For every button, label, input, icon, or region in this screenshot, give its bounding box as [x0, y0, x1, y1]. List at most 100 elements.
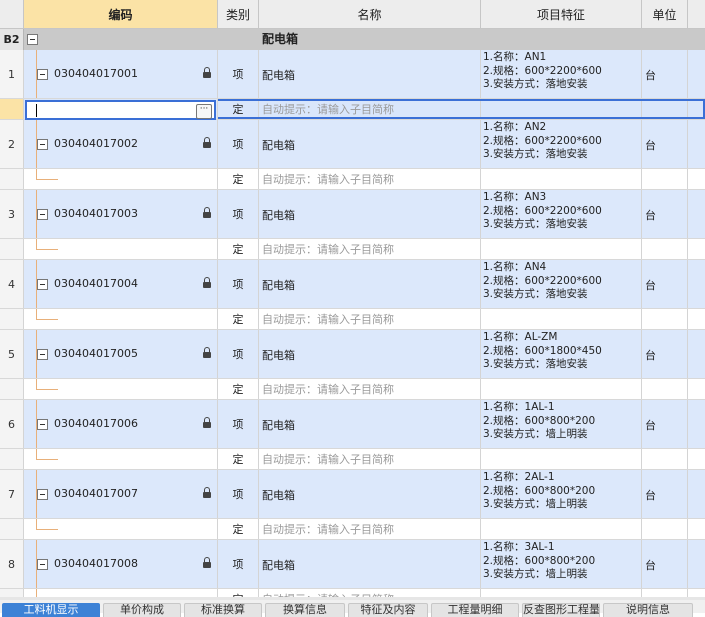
feature-cell[interactable] [481, 589, 642, 597]
type-cell[interactable]: 定 [218, 239, 259, 259]
type-cell[interactable]: 项 [218, 470, 259, 518]
type-cell[interactable]: 定 [218, 99, 259, 119]
unit-cell[interactable]: 台 [642, 50, 688, 98]
bottom-tab[interactable]: 工程量明细 [431, 603, 519, 617]
feature-cell[interactable]: 1.名称：AL-ZM 2.规格：600*1800*450 3.安装方式：落地安装 [481, 330, 642, 378]
type-cell[interactable]: 定 [218, 519, 259, 539]
group-row[interactable]: B2 配电箱 [0, 29, 705, 51]
table-row[interactable]: 7 030404017007 项配电箱 1.名称：2AL-1 2.规格：600*800*… [0, 470, 705, 519]
type-cell[interactable]: 项 [218, 260, 259, 308]
header-unit[interactable]: 单位 [642, 0, 688, 28]
unit-cell[interactable] [642, 519, 688, 539]
collapse-icon[interactable] [37, 279, 48, 290]
code-cell[interactable] [24, 239, 218, 259]
sub-row[interactable]: ··· 定自动提示：请输入子目简称 [0, 99, 705, 120]
unit-cell[interactable]: 台 [642, 190, 688, 238]
sub-row[interactable]: 定自动提示：请输入子目简称 [0, 589, 705, 597]
header-corner[interactable] [0, 0, 24, 28]
name-cell[interactable]: 配电箱 [259, 190, 481, 238]
type-cell[interactable]: 定 [218, 309, 259, 329]
name-cell[interactable]: 配电箱 [259, 120, 481, 168]
name-cell[interactable]: 配电箱 [259, 330, 481, 378]
extra-cell[interactable] [688, 540, 705, 588]
more-options-icon[interactable]: ··· [196, 104, 212, 119]
bottom-tab[interactable]: 单价构成 [103, 603, 181, 617]
collapse-icon[interactable] [37, 349, 48, 360]
name-cell[interactable]: 自动提示：请输入子目简称 [259, 99, 481, 119]
name-cell[interactable]: 自动提示：请输入子目简称 [259, 309, 481, 329]
extra-cell[interactable] [688, 330, 705, 378]
feature-cell[interactable] [481, 169, 642, 189]
extra-cell[interactable] [688, 120, 705, 168]
code-cell[interactable] [24, 379, 218, 399]
bottom-tab[interactable]: 工料机显示 [2, 603, 100, 617]
table-row[interactable]: 8 030404017008 项配电箱 1.名称：3AL-1 2.规格：600*800*… [0, 540, 705, 589]
name-cell[interactable]: 自动提示：请输入子目简称 [259, 379, 481, 399]
sub-row[interactable]: 定自动提示：请输入子目简称 [0, 169, 705, 190]
table-row[interactable]: 2 030404017002 项配电箱 1.名称：AN2 2.规格：600*2200*6… [0, 120, 705, 169]
feature-cell[interactable] [481, 379, 642, 399]
sub-row[interactable]: 定自动提示：请输入子目简称 [0, 519, 705, 540]
header-type[interactable]: 类别 [218, 0, 259, 28]
unit-cell[interactable] [642, 589, 688, 597]
extra-cell[interactable] [688, 260, 705, 308]
collapse-icon[interactable] [27, 34, 38, 45]
code-cell[interactable] [24, 309, 218, 329]
type-cell[interactable]: 项 [218, 50, 259, 98]
extra-cell[interactable] [688, 50, 705, 98]
extra-cell[interactable] [688, 470, 705, 518]
feature-cell[interactable] [481, 239, 642, 259]
header-extra[interactable] [688, 0, 705, 28]
extra-cell[interactable] [688, 589, 705, 597]
code-cell[interactable]: 030404017006 [24, 400, 218, 448]
unit-cell[interactable] [642, 239, 688, 259]
name-cell[interactable]: 配电箱 [259, 470, 481, 518]
feature-cell[interactable] [481, 449, 642, 469]
extra-cell[interactable] [688, 239, 705, 259]
sub-row[interactable]: 定自动提示：请输入子目简称 [0, 239, 705, 260]
feature-cell[interactable] [481, 309, 642, 329]
name-cell[interactable]: 自动提示：请输入子目简称 [259, 519, 481, 539]
code-cell[interactable] [24, 449, 218, 469]
code-cell[interactable]: ··· [24, 99, 218, 120]
header-feature[interactable]: 项目特征 [481, 0, 642, 28]
name-cell[interactable]: 配电箱 [259, 50, 481, 98]
header-code[interactable]: 编码 [24, 0, 218, 28]
type-cell[interactable]: 项 [218, 190, 259, 238]
feature-cell[interactable]: 1.名称：AN3 2.规格：600*2200*600 3.安装方式：落地安装 [481, 190, 642, 238]
code-cell[interactable] [24, 169, 218, 189]
table-row[interactable]: 4 030404017004 项配电箱 1.名称：AN4 2.规格：600*2200*6… [0, 260, 705, 309]
code-cell[interactable]: 030404017008 [24, 540, 218, 588]
header-name[interactable]: 名称 [259, 0, 481, 28]
code-cell[interactable] [24, 589, 218, 597]
bottom-tab[interactable]: 反查图形工程量 [522, 603, 600, 617]
extra-cell[interactable] [688, 400, 705, 448]
name-cell[interactable]: 自动提示：请输入子目简称 [259, 449, 481, 469]
sub-row[interactable]: 定自动提示：请输入子目简称 [0, 309, 705, 330]
type-cell[interactable]: 定 [218, 589, 259, 597]
feature-cell[interactable]: 1.名称：AN2 2.规格：600*2200*600 3.安装方式：落地安装 [481, 120, 642, 168]
unit-cell[interactable]: 台 [642, 120, 688, 168]
collapse-icon[interactable] [37, 69, 48, 80]
name-cell[interactable]: 自动提示：请输入子目简称 [259, 169, 481, 189]
bottom-tab[interactable]: 换算信息 [265, 603, 345, 617]
bottom-tab[interactable]: 特征及内容 [348, 603, 428, 617]
feature-cell[interactable]: 1.名称：2AL-1 2.规格：600*800*200 3.安装方式：墙上明装 [481, 470, 642, 518]
code-edit-input[interactable]: ··· [25, 100, 216, 120]
name-cell[interactable]: 自动提示：请输入子目简称 [259, 239, 481, 259]
extra-cell[interactable] [688, 99, 705, 119]
name-cell[interactable]: 配电箱 [259, 540, 481, 588]
collapse-icon[interactable] [37, 419, 48, 430]
feature-cell[interactable] [481, 519, 642, 539]
unit-cell[interactable] [642, 449, 688, 469]
type-cell[interactable]: 定 [218, 169, 259, 189]
type-cell[interactable]: 定 [218, 449, 259, 469]
type-cell[interactable]: 项 [218, 400, 259, 448]
feature-cell[interactable]: 1.名称：3AL-1 2.规格：600*800*200 3.安装方式：墙上明装 [481, 540, 642, 588]
unit-cell[interactable]: 台 [642, 400, 688, 448]
feature-cell[interactable]: 1.名称：AN1 2.规格：600*2200*600 3.安装方式：落地安装 [481, 50, 642, 98]
code-cell[interactable]: 030404017007 [24, 470, 218, 518]
unit-cell[interactable] [642, 99, 688, 119]
type-cell[interactable]: 项 [218, 330, 259, 378]
name-cell[interactable]: 配电箱 [259, 260, 481, 308]
